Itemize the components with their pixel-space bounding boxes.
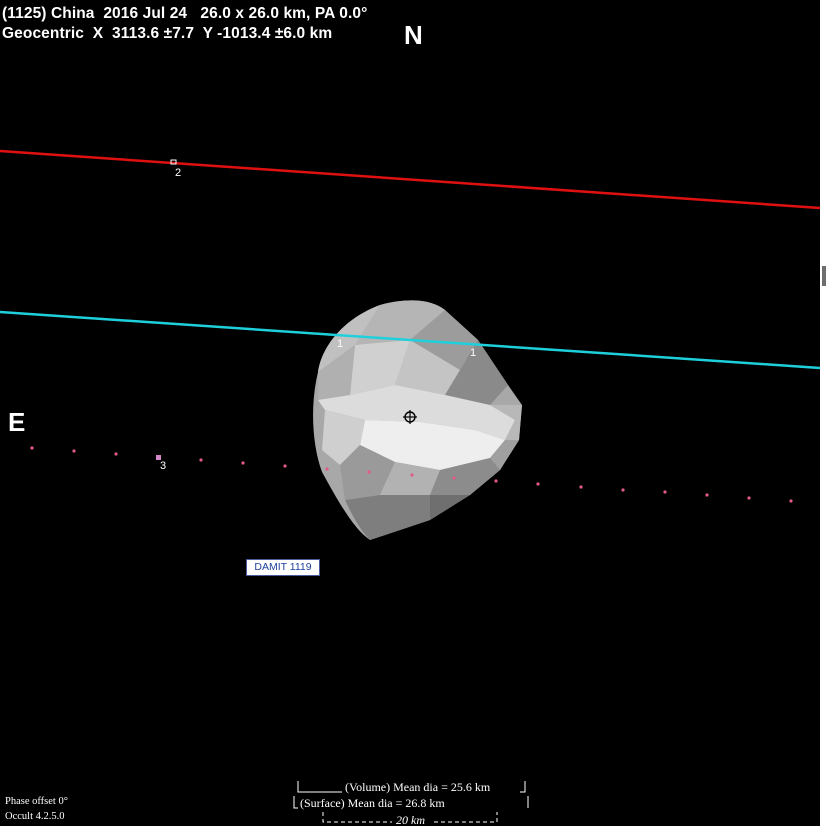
chord-label-3: 3: [160, 460, 166, 472]
scrollbar-thumb[interactable]: [822, 266, 826, 286]
phase-offset: Phase offset 0°: [5, 796, 68, 807]
east-indicator: E: [8, 407, 26, 437]
surface-mean-diameter: (Surface) Mean dia = 26.8 km: [300, 796, 445, 810]
chord-label-2: 2: [175, 167, 181, 179]
plot-canvas: 2 1 1 3 (1125) China 2016 Jul 24 26.0 x …: [0, 0, 820, 826]
shape-model-label[interactable]: DAMIT 1119: [246, 559, 320, 576]
north-indicator: N: [404, 20, 423, 50]
window-edge: [820, 0, 827, 831]
occultation-profile-plot: 2 1 1 3: [0, 149, 820, 823]
chord-label-1-west: 1: [470, 347, 476, 359]
geocentric-coordinates: Geocentric X 3113.6 ±7.7 Y -1013.4 ±6.0 …: [2, 25, 333, 42]
chord-label-1-east: 1: [337, 338, 343, 350]
app-version: Occult 4.2.5.0: [5, 811, 65, 822]
scale-bar-label: 20 km: [396, 813, 425, 826]
volume-mean-diameter: (Volume) Mean dia = 25.6 km: [345, 780, 491, 794]
chord-line-red: [0, 149, 820, 210]
event-title: (1125) China 2016 Jul 24 26.0 x 26.0 km,…: [2, 5, 368, 22]
